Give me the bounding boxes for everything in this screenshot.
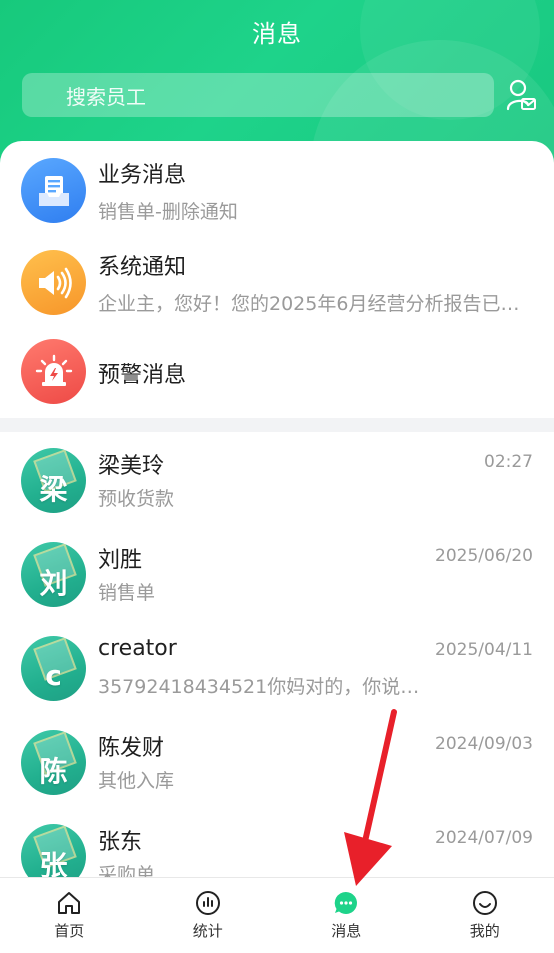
chat-message: 销售单	[98, 582, 156, 604]
smiley-icon	[472, 891, 497, 915]
avatar-text: 刘	[39, 566, 68, 600]
chat-time: 2024/09/03	[435, 734, 533, 754]
contacts-button[interactable]	[504, 78, 538, 112]
tab-label: 统计	[192, 922, 223, 940]
user-mail-icon	[506, 79, 536, 111]
chat-name: creator	[98, 636, 177, 661]
system-messages-card: 业务消息 销售单-删除通知 系统通知 企业主，您好！您的2025年6月经营分析报…	[0, 141, 554, 418]
chat-name: 刘胜	[98, 548, 143, 573]
tab-messages[interactable]: 消息	[277, 878, 416, 953]
chat-list: 梁 梁美玲 02:27 预收货款 刘 刘胜 2025/06/20 销售单 c c…	[0, 432, 554, 877]
item-subtitle: 企业主，您好！您的2025年6月经营分析报告已生成	[98, 293, 534, 315]
avatar-text: 陈	[39, 754, 68, 788]
search-input[interactable]: 搜索员工	[22, 73, 494, 117]
tab-mine[interactable]: 我的	[416, 878, 554, 953]
chat-item[interactable]: c creator 2025/04/11 35792418434521你妈对的，…	[0, 620, 554, 714]
business-message-item[interactable]: 业务消息 销售单-删除通知	[0, 141, 554, 233]
chat-item[interactable]: 张 张东 2024/07/09 采购单	[0, 808, 554, 877]
chat-bubble-icon	[334, 891, 358, 914]
avatar-text: c	[45, 659, 62, 692]
speaker-icon	[21, 250, 86, 315]
item-title: 系统通知	[98, 255, 187, 280]
avatar: 张	[21, 824, 86, 877]
chat-message: 采购单	[98, 864, 156, 877]
item-title: 预警消息	[98, 363, 187, 388]
tab-label: 我的	[469, 922, 500, 940]
avatar: 刘	[21, 542, 86, 607]
bottom-tab-bar: 首页 统计 消息 我的	[0, 877, 554, 953]
home-icon	[58, 892, 81, 914]
warning-message-item[interactable]: 预警消息	[0, 325, 554, 417]
chat-message: 其他入库	[98, 770, 175, 792]
item-title: 业务消息	[98, 163, 187, 188]
chat-name: 陈发财	[98, 736, 165, 761]
chat-time: 2025/04/11	[435, 640, 533, 660]
avatar-text: 梁	[39, 472, 68, 506]
chat-item[interactable]: 刘 刘胜 2025/06/20 销售单	[0, 526, 554, 620]
tab-label: 首页	[54, 922, 85, 940]
avatar: 陈	[21, 730, 86, 795]
search-placeholder: 搜索员工	[66, 84, 146, 109]
chat-time: 2024/07/09	[435, 828, 533, 848]
avatar: 梁	[21, 448, 86, 513]
chat-item[interactable]: 陈 陈发财 2024/09/03 其他入库	[0, 714, 554, 808]
chat-message: 35792418434521你妈对的，你说的对的	[98, 676, 428, 698]
tab-home[interactable]: 首页	[0, 878, 139, 953]
document-tray-icon	[21, 158, 86, 223]
avatar-text: 张	[39, 848, 68, 878]
avatar: c	[21, 636, 86, 701]
chat-message: 预收货款	[98, 488, 175, 510]
chat-name: 张东	[98, 830, 143, 855]
chart-icon	[195, 891, 220, 915]
chat-item[interactable]: 梁 梁美玲 02:27 预收货款	[0, 432, 554, 526]
chat-time: 02:27	[484, 452, 533, 472]
chat-name: 梁美玲	[98, 454, 165, 479]
chat-time: 2025/06/20	[435, 546, 533, 566]
tab-statistics[interactable]: 统计	[139, 878, 278, 953]
alarm-light-icon	[21, 339, 86, 404]
item-subtitle: 销售单-删除通知	[98, 201, 238, 223]
page-title: 消息	[252, 20, 302, 48]
system-notice-item[interactable]: 系统通知 企业主，您好！您的2025年6月经营分析报告已生成	[0, 233, 554, 325]
tab-label: 消息	[331, 922, 362, 940]
